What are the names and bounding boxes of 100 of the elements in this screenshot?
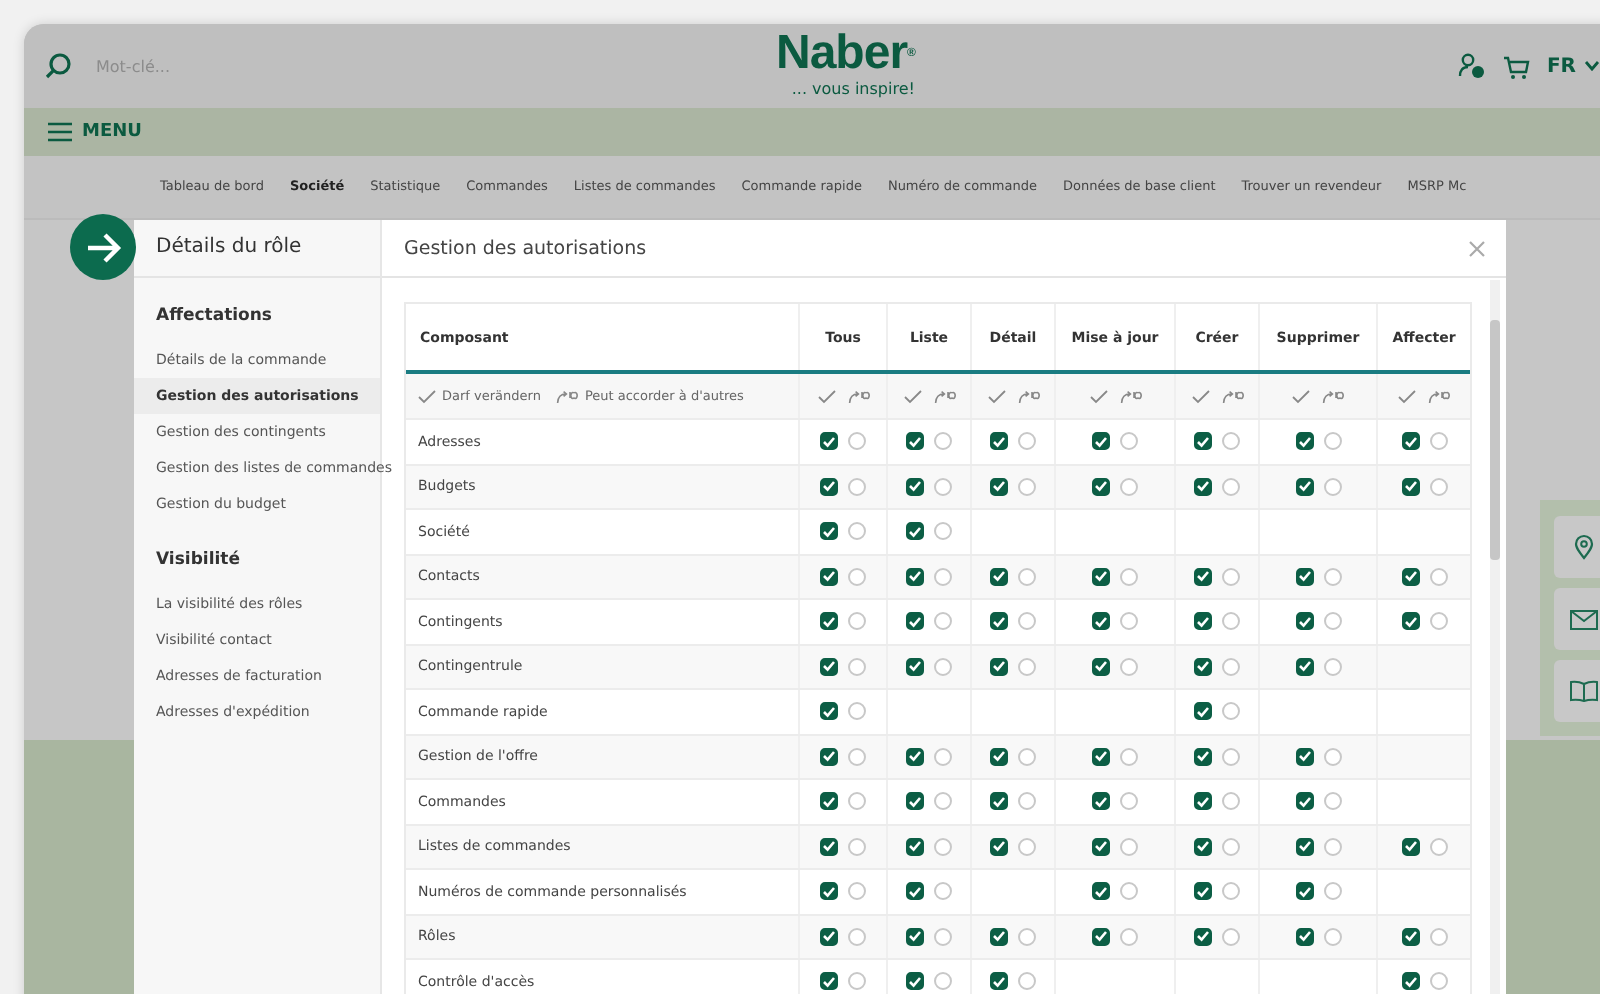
book-button[interactable] <box>1554 660 1600 722</box>
change-checkbox[interactable] <box>1401 477 1419 496</box>
change-checkbox[interactable] <box>990 612 1008 631</box>
grant-checkbox[interactable] <box>1120 747 1138 766</box>
change-checkbox[interactable] <box>906 792 924 811</box>
grant-checkbox[interactable] <box>1323 882 1341 901</box>
change-checkbox[interactable] <box>1194 747 1212 766</box>
change-checkbox[interactable] <box>990 567 1008 586</box>
grant-checkbox[interactable] <box>1222 792 1240 811</box>
grant-checkbox[interactable] <box>1018 747 1036 766</box>
change-checkbox[interactable] <box>1295 837 1313 856</box>
change-checkbox[interactable] <box>1295 747 1313 766</box>
grant-checkbox[interactable] <box>1323 432 1341 451</box>
grant-checkbox[interactable] <box>1120 657 1138 676</box>
grant-checkbox[interactable] <box>934 657 952 676</box>
change-checkbox[interactable] <box>1092 882 1110 901</box>
change-checkbox[interactable] <box>1194 432 1212 451</box>
change-checkbox[interactable] <box>1295 882 1313 901</box>
change-checkbox[interactable] <box>906 747 924 766</box>
change-checkbox[interactable] <box>1092 567 1110 586</box>
grant-checkbox[interactable] <box>1120 927 1138 946</box>
change-checkbox[interactable] <box>820 657 838 676</box>
grant-checkbox[interactable] <box>1323 657 1341 676</box>
change-checkbox[interactable] <box>820 522 838 541</box>
change-checkbox[interactable] <box>1194 702 1212 721</box>
grant-checkbox[interactable] <box>1222 927 1240 946</box>
grant-checkbox[interactable] <box>1323 477 1341 496</box>
grant-checkbox[interactable] <box>1323 612 1341 631</box>
grant-checkbox[interactable] <box>1120 792 1138 811</box>
change-checkbox[interactable] <box>820 432 838 451</box>
change-checkbox[interactable] <box>1401 837 1419 856</box>
change-checkbox[interactable] <box>906 612 924 631</box>
change-checkbox[interactable] <box>1092 432 1110 451</box>
change-checkbox[interactable] <box>990 477 1008 496</box>
location-button[interactable] <box>1554 516 1600 578</box>
change-checkbox[interactable] <box>990 927 1008 946</box>
grant-checkbox[interactable] <box>1222 612 1240 631</box>
grant-checkbox[interactable] <box>1323 747 1341 766</box>
change-checkbox[interactable] <box>1194 792 1212 811</box>
scrollbar[interactable] <box>1490 280 1500 994</box>
change-checkbox[interactable] <box>1092 477 1110 496</box>
change-checkbox[interactable] <box>1092 657 1110 676</box>
change-checkbox[interactable] <box>1295 657 1313 676</box>
grant-checkbox[interactable] <box>848 567 866 586</box>
change-checkbox[interactable] <box>990 432 1008 451</box>
change-checkbox[interactable] <box>1194 657 1212 676</box>
grant-checkbox[interactable] <box>1018 477 1036 496</box>
change-checkbox[interactable] <box>906 522 924 541</box>
close-icon[interactable] <box>1468 239 1486 257</box>
grant-checkbox[interactable] <box>934 432 952 451</box>
change-checkbox[interactable] <box>820 792 838 811</box>
change-checkbox[interactable] <box>990 747 1008 766</box>
grant-checkbox[interactable] <box>1222 657 1240 676</box>
change-checkbox[interactable] <box>1295 927 1313 946</box>
grant-checkbox[interactable] <box>848 612 866 631</box>
change-checkbox[interactable] <box>1092 747 1110 766</box>
change-checkbox[interactable] <box>1194 927 1212 946</box>
grant-checkbox[interactable] <box>1018 432 1036 451</box>
change-checkbox[interactable] <box>1401 927 1419 946</box>
grant-checkbox[interactable] <box>848 882 866 901</box>
language-selector[interactable]: FR <box>1546 55 1600 77</box>
grant-checkbox[interactable] <box>1120 432 1138 451</box>
grant-checkbox[interactable] <box>1429 927 1447 946</box>
grant-checkbox[interactable] <box>1018 612 1036 631</box>
grant-checkbox[interactable] <box>1323 927 1341 946</box>
grant-checkbox[interactable] <box>1120 567 1138 586</box>
change-checkbox[interactable] <box>820 747 838 766</box>
grant-checkbox[interactable] <box>934 567 952 586</box>
change-checkbox[interactable] <box>1092 792 1110 811</box>
change-checkbox[interactable] <box>820 927 838 946</box>
grant-checkbox[interactable] <box>934 792 952 811</box>
grant-checkbox[interactable] <box>1120 837 1138 856</box>
change-checkbox[interactable] <box>1295 477 1313 496</box>
change-checkbox[interactable] <box>1401 612 1419 631</box>
change-checkbox[interactable] <box>1401 972 1419 991</box>
grant-checkbox[interactable] <box>1429 432 1447 451</box>
grant-checkbox[interactable] <box>848 927 866 946</box>
grant-checkbox[interactable] <box>848 657 866 676</box>
grant-checkbox[interactable] <box>1222 837 1240 856</box>
change-checkbox[interactable] <box>820 702 838 721</box>
change-checkbox[interactable] <box>1295 612 1313 631</box>
change-checkbox[interactable] <box>906 432 924 451</box>
grant-checkbox[interactable] <box>848 702 866 721</box>
grant-checkbox[interactable] <box>1222 882 1240 901</box>
grant-checkbox[interactable] <box>1429 837 1447 856</box>
menu-button[interactable]: MENU <box>48 122 142 142</box>
grant-checkbox[interactable] <box>1429 612 1447 631</box>
user-icon[interactable] <box>1458 52 1487 80</box>
change-checkbox[interactable] <box>906 837 924 856</box>
change-checkbox[interactable] <box>906 657 924 676</box>
change-checkbox[interactable] <box>906 567 924 586</box>
change-checkbox[interactable] <box>1295 792 1313 811</box>
search-icon[interactable] <box>44 52 72 80</box>
grant-checkbox[interactable] <box>848 522 866 541</box>
grant-checkbox[interactable] <box>934 837 952 856</box>
change-checkbox[interactable] <box>820 837 838 856</box>
grant-checkbox[interactable] <box>1018 972 1036 991</box>
change-checkbox[interactable] <box>990 972 1008 991</box>
grant-checkbox[interactable] <box>1222 567 1240 586</box>
grant-checkbox[interactable] <box>1222 477 1240 496</box>
